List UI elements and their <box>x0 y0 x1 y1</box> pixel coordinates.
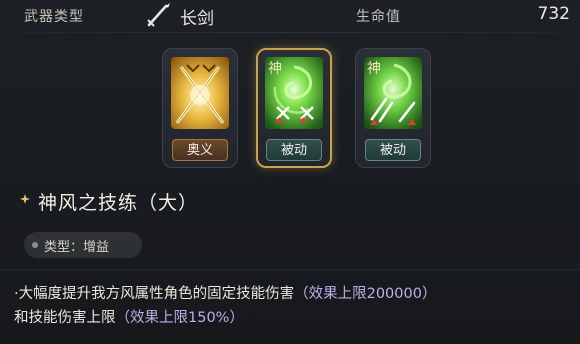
desc-limit-2: （效果上限150%） <box>115 310 244 326</box>
desc-main-text: ·大幅度提升我方风属性角色的固定技能伤害 <box>14 286 295 302</box>
skill-tag-ougi: 奥义 <box>172 139 228 161</box>
wind-vortex-icon: 神 <box>265 57 323 129</box>
weapon-name: 长剑 <box>180 9 214 29</box>
skill-type-label: 类型：增益 <box>44 240 110 255</box>
skill-card-ougi[interactable]: 奥义 <box>162 48 238 168</box>
weapon-type-label: 武器类型 <box>24 9 84 25</box>
skill-tag-passive-1: 被动 <box>266 139 322 161</box>
skill-description: ·大幅度提升我方风属性角色的固定技能伤害（效果上限200000） 和技能伤害上限… <box>14 282 574 330</box>
skill-type-badge: 类型：增益 <box>24 232 142 258</box>
header-divider <box>0 32 580 33</box>
divine-badge: 神 <box>268 61 282 77</box>
skill-card-passive-1[interactable]: 神 被动 <box>256 48 332 168</box>
description-divider <box>0 269 580 270</box>
sparkle-icon <box>20 194 30 204</box>
desc-secondary-text: 和技能伤害上限 <box>14 310 116 326</box>
hp-label: 生命值 <box>356 9 401 25</box>
weapon-info-bar: 武器类型 长剑 生命值 732 <box>0 0 580 30</box>
hp-value: 732 <box>537 4 570 24</box>
desc-limit-1: （效果上限200000） <box>294 286 437 302</box>
crossed-swords-golden-icon <box>171 57 229 129</box>
wind-vortex-swords-icon: 神 <box>364 57 422 129</box>
sword-icon <box>147 3 170 27</box>
skill-title: 神风之技练（大） <box>38 192 199 214</box>
divine-badge: 神 <box>367 61 381 77</box>
type-dot-icon <box>32 242 38 248</box>
skill-card-passive-2[interactable]: 神 被动 <box>355 48 431 168</box>
skill-tag-passive-2: 被动 <box>365 139 421 161</box>
